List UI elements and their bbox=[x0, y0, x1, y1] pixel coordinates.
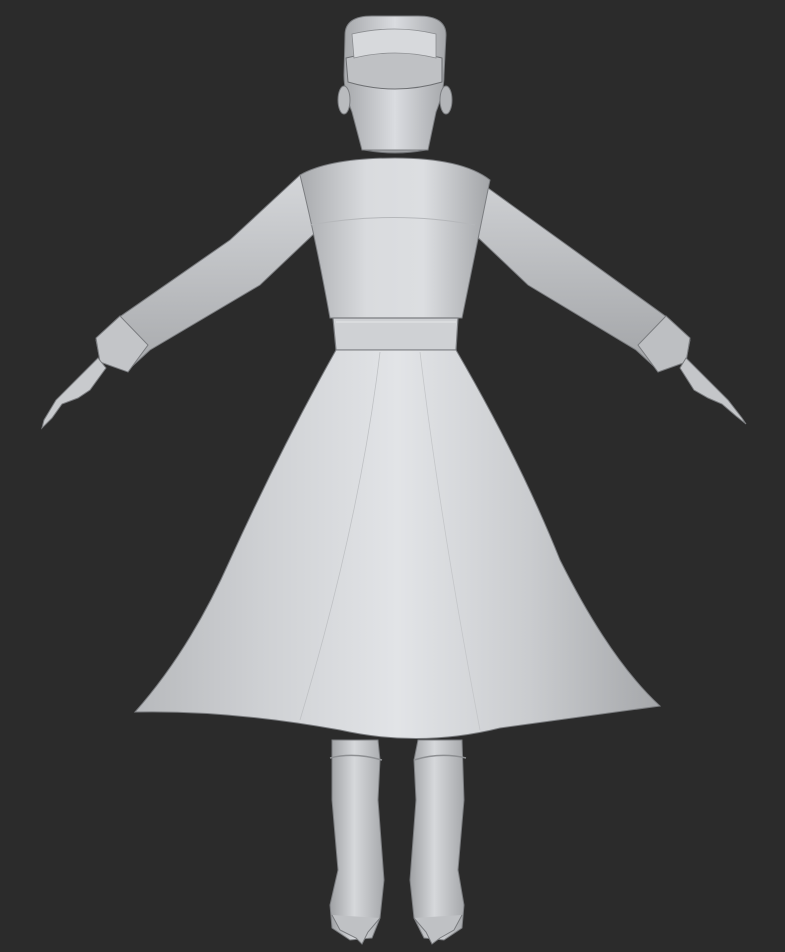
torso bbox=[299, 157, 491, 319]
skirt bbox=[133, 349, 662, 740]
figure-render bbox=[41, 15, 747, 945]
right-arm bbox=[469, 174, 747, 425]
belt bbox=[332, 317, 459, 351]
left-arm bbox=[41, 174, 319, 430]
head bbox=[337, 15, 453, 154]
3d-viewport[interactable] bbox=[0, 0, 785, 952]
left-leg bbox=[329, 739, 385, 945]
right-leg bbox=[409, 739, 467, 945]
